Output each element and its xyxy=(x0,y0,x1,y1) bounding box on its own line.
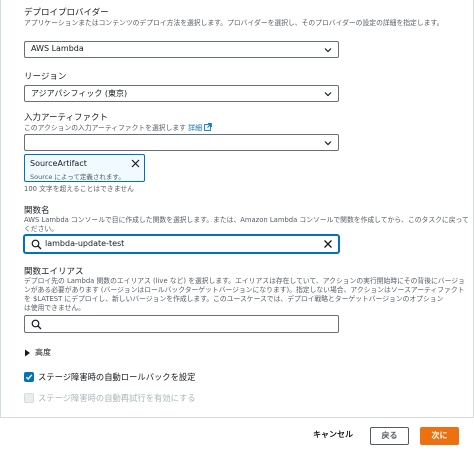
token-title: SourceArtifact xyxy=(30,159,87,168)
function-name-description-1: AWS Lambda コンソールで目に作成した関数を選択します。または、Amaz… xyxy=(24,216,469,224)
source-artifact-token: SourceArtifact Source によって定義されます。 xyxy=(24,154,145,182)
rollback-checkbox[interactable] xyxy=(24,372,34,382)
deploy-provider-value: AWS Lambda xyxy=(31,44,84,53)
retry-checkbox[interactable] xyxy=(24,393,34,403)
search-icon xyxy=(31,239,42,250)
deploy-provider-label: デプロイプロバイダー xyxy=(24,8,109,18)
input-artifacts-description-row: このアクションの入力アーティファクトを選択します 詳細 xyxy=(24,123,213,133)
function-name-label: 関数名 xyxy=(24,206,50,216)
function-alias-description-2: ンがある必要があります (バージョンはロールバックターゲットバージョンになります… xyxy=(24,286,465,294)
close-icon[interactable] xyxy=(323,239,333,249)
function-name-description-2: ください。 xyxy=(24,225,58,233)
chevron-down-icon xyxy=(324,92,332,97)
rollback-label: ステージ障害時の自動ロールバックを設定 xyxy=(38,372,196,382)
function-name-value: lambda-update-test xyxy=(45,239,125,248)
function-alias-description-4: は使用できません。 xyxy=(24,304,85,312)
region-select[interactable]: アジアパシフィック (東京) xyxy=(24,85,339,102)
chevron-down-icon xyxy=(324,48,332,53)
function-alias-input[interactable] xyxy=(24,315,339,333)
next-button[interactable]: 次に xyxy=(420,427,459,445)
retry-label: ステージ障害時の自動再試行を有効にする xyxy=(38,393,196,403)
function-alias-label: 関数エイリアス xyxy=(24,267,84,277)
function-alias-description-3: を $LATEST にデプロイし、新しいバージョンを作成します。このユースケース… xyxy=(24,295,444,303)
chevron-down-icon xyxy=(324,141,332,146)
function-name-input[interactable]: lambda-update-test xyxy=(24,235,339,253)
advanced-toggle[interactable]: 高度 xyxy=(24,347,51,358)
caret-right-icon xyxy=(25,349,30,356)
details-link[interactable]: 詳細 xyxy=(188,124,202,132)
function-alias-description-1: デプロイ先の Lambda 関数のエイリアス (live など) を選択します。… xyxy=(24,277,465,285)
input-artifacts-label: 入力アーティファクト xyxy=(24,113,108,123)
external-link-icon xyxy=(204,123,213,131)
search-icon xyxy=(31,319,42,330)
cancel-button[interactable]: キャンセル xyxy=(305,427,361,445)
region-value: アジアパシフィック (東京) xyxy=(31,89,128,98)
action-config-panel: デプロイプロバイダー アプリケーションまたはコンテンツのデプロイ方法を選択します… xyxy=(0,0,474,418)
deploy-provider-description: アプリケーションまたはコンテンツのデプロイ方法を選択します。プロバイダーを選択し… xyxy=(24,19,444,27)
advanced-label: 高度 xyxy=(35,348,51,357)
region-label: リージョン xyxy=(24,72,67,82)
deploy-provider-select[interactable]: AWS Lambda xyxy=(24,41,339,58)
check-icon xyxy=(25,374,33,381)
token-subtitle: Source によって定義されます。 xyxy=(30,173,125,181)
input-artifacts-description: このアクションの入力アーティファクトを選択します xyxy=(24,124,186,132)
close-icon[interactable] xyxy=(131,159,140,168)
input-artifacts-select[interactable] xyxy=(24,134,339,151)
back-button[interactable]: 戻る xyxy=(370,427,409,445)
input-artifacts-hint: 100 文字を超えることはできません xyxy=(24,185,134,193)
